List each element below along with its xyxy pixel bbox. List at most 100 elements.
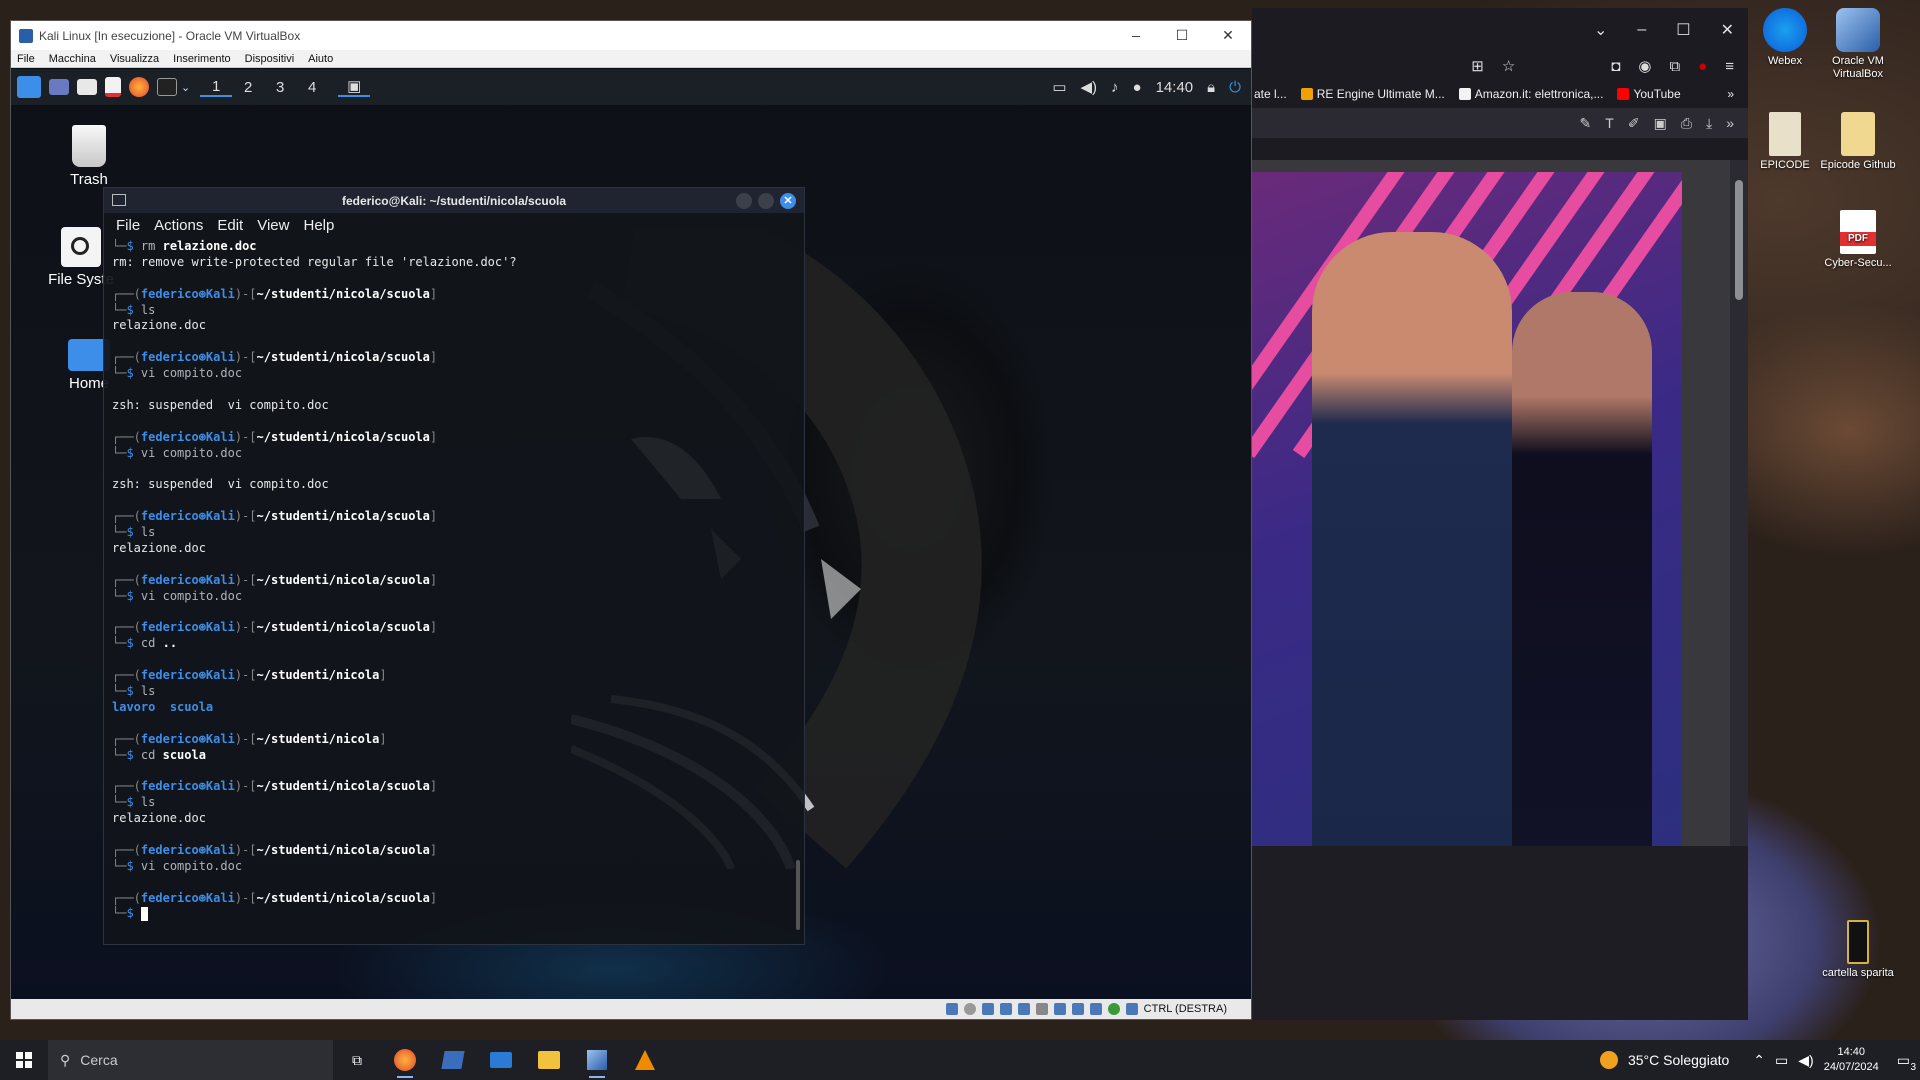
workspace-1[interactable]: 1 bbox=[200, 78, 233, 97]
taskbar-search[interactable]: ⚲ Cerca bbox=[48, 1040, 333, 1080]
file-manager-icon[interactable] bbox=[77, 79, 97, 95]
term-menu-file[interactable]: File bbox=[116, 217, 140, 234]
guest-screen[interactable]: ⌄ 1 2 3 4 ▣ ▭ ◀) ♪ ● 14:40 🔒︎ ⏻ Trash Fi… bbox=[11, 69, 1251, 1001]
menu-inserimento[interactable]: Inserimento bbox=[173, 53, 230, 65]
workspace-2[interactable]: 2 bbox=[232, 79, 264, 96]
bookmark-item[interactable]: YouTube bbox=[1617, 87, 1681, 101]
workspace-3[interactable]: 3 bbox=[264, 79, 296, 96]
highlight-icon[interactable]: ✎ bbox=[1580, 115, 1592, 132]
cpu-icon[interactable] bbox=[1089, 1003, 1102, 1015]
save-icon[interactable]: ⤓ bbox=[1706, 115, 1712, 132]
power-status-icon[interactable]: ● bbox=[1133, 79, 1142, 96]
desktop-icon-epicode-github[interactable]: Epicode Github bbox=[1818, 112, 1898, 172]
term-menu-actions[interactable]: Actions bbox=[154, 217, 203, 234]
search-input[interactable]: Cerca bbox=[80, 1052, 117, 1068]
term-menu-help[interactable]: Help bbox=[303, 217, 334, 234]
translate-icon[interactable]: ⊞ bbox=[1471, 57, 1484, 75]
screen-icon[interactable]: ▭ bbox=[1052, 78, 1066, 96]
start-button[interactable] bbox=[0, 1040, 48, 1080]
taskbar-clock[interactable]: 14:40 24/07/2024 bbox=[1824, 1045, 1879, 1075]
notifications-button[interactable]: ▭ 3 bbox=[1897, 1052, 1916, 1073]
menu-visualizza[interactable]: Visualizza bbox=[110, 53, 159, 65]
network-icon[interactable]: ▭ bbox=[1775, 1052, 1788, 1069]
chevron-down-icon[interactable]: ⌄ bbox=[181, 81, 190, 94]
menu-macchina[interactable]: Macchina bbox=[49, 53, 96, 65]
desktop-icon-epicode[interactable]: EPICODE bbox=[1745, 112, 1825, 172]
print-icon[interactable]: ⎙ bbox=[1681, 115, 1692, 132]
desktop-icon-webex[interactable]: Webex bbox=[1745, 8, 1825, 68]
taskbar-file-explorer[interactable] bbox=[525, 1040, 573, 1080]
bookmark-item[interactable]: RE Engine Ultimate M... bbox=[1300, 87, 1445, 101]
usb-icon[interactable] bbox=[1017, 1003, 1030, 1015]
network-icon[interactable] bbox=[999, 1003, 1012, 1015]
desktop-icon-virtualbox[interactable]: Oracle VM VirtualBox bbox=[1818, 8, 1898, 81]
weather-icon[interactable] bbox=[1599, 1051, 1618, 1069]
volume-icon[interactable]: ◀) bbox=[1798, 1052, 1813, 1069]
scrollbar[interactable] bbox=[1730, 160, 1748, 850]
chevron-down-icon[interactable]: ⌄ bbox=[1594, 20, 1607, 40]
close-button[interactable]: ✕ bbox=[1205, 27, 1251, 44]
bookmark-item[interactable]: ate l... bbox=[1254, 87, 1287, 101]
notification-bell-icon[interactable]: ♪ bbox=[1111, 79, 1119, 96]
lock-icon[interactable]: 🔒︎ bbox=[1207, 79, 1215, 96]
draw-icon[interactable]: ✐ bbox=[1628, 115, 1640, 132]
terminal-output[interactable]: └─$ rm relazione.doc rm: remove write-pro… bbox=[104, 237, 804, 924]
terminal-window[interactable]: federico@Kali: ~/studenti/nicola/scuola … bbox=[103, 187, 805, 945]
firefox-icon[interactable] bbox=[129, 77, 149, 97]
term-menu-edit[interactable]: Edit bbox=[217, 217, 243, 234]
virtualbox-window[interactable]: Kali Linux [In esecuzione] - Oracle VM V… bbox=[10, 20, 1252, 1020]
weather-text[interactable]: 35°C Soleggiato bbox=[1628, 1052, 1729, 1068]
terminal-scrollbar[interactable] bbox=[796, 860, 800, 930]
taskbar-app[interactable] bbox=[429, 1040, 477, 1080]
minimize-button[interactable] bbox=[736, 193, 752, 209]
bookmark-item[interactable]: Amazon.it: elettronica,... bbox=[1458, 87, 1603, 101]
minimize-icon[interactable]: – bbox=[1637, 21, 1646, 39]
ublock-icon[interactable]: ● bbox=[1698, 58, 1707, 75]
close-button[interactable]: ✕ bbox=[780, 193, 796, 209]
volume-icon[interactable]: ◀) bbox=[1081, 78, 1098, 96]
menu-dispositivi[interactable]: Dispositivi bbox=[245, 53, 295, 65]
mouse-integration-icon[interactable] bbox=[1125, 1003, 1138, 1015]
menu-icon[interactable]: ≡ bbox=[1725, 58, 1734, 75]
show-desktop-icon[interactable] bbox=[49, 79, 69, 95]
bookmark-star-icon[interactable]: ☆ bbox=[1502, 57, 1515, 75]
taskbar-vlc[interactable] bbox=[621, 1040, 669, 1080]
more-tools-icon[interactable]: » bbox=[1726, 115, 1734, 131]
taskbar-firefox[interactable] bbox=[381, 1040, 429, 1080]
power-icon[interactable]: ⏻ bbox=[1229, 79, 1241, 96]
text-editor-icon[interactable] bbox=[105, 77, 121, 97]
kali-menu-icon[interactable] bbox=[17, 76, 41, 98]
audio-icon[interactable] bbox=[981, 1003, 994, 1015]
kali-desktop-trash[interactable]: Trash bbox=[49, 125, 129, 188]
optical-drive-icon[interactable] bbox=[963, 1003, 976, 1015]
account-icon[interactable]: ◉ bbox=[1638, 57, 1651, 75]
hdd-icon[interactable] bbox=[945, 1003, 958, 1015]
terminal-launcher-icon[interactable] bbox=[157, 78, 177, 96]
minimize-button[interactable]: – bbox=[1113, 27, 1159, 44]
taskbar-terminal-window[interactable]: ▣ bbox=[338, 77, 371, 97]
panel-clock[interactable]: 14:40 bbox=[1156, 79, 1194, 96]
browser-window[interactable]: ⌄ – ☐ ✕ ⊞ ☆ ◘ ◉ ⧉ ● ≡ ate l... RE Engine… bbox=[1252, 8, 1748, 1020]
taskbar-virtualbox[interactable] bbox=[573, 1040, 621, 1080]
taskbar-mail[interactable] bbox=[477, 1040, 525, 1080]
text-tool-icon[interactable]: T bbox=[1605, 115, 1614, 131]
task-view-button[interactable]: ⧉ bbox=[333, 1040, 381, 1080]
maximize-icon[interactable]: ☐ bbox=[1676, 20, 1690, 40]
menu-aiuto[interactable]: Aiuto bbox=[308, 53, 333, 65]
chevron-up-icon[interactable]: ⌃ bbox=[1753, 1052, 1765, 1069]
more-bookmarks-icon[interactable]: » bbox=[1727, 87, 1748, 101]
desktop-icon-cyber-secu[interactable]: PDF Cyber-Secu... bbox=[1818, 210, 1898, 270]
image-icon[interactable]: ▣ bbox=[1654, 115, 1667, 132]
recording-icon[interactable] bbox=[1071, 1003, 1084, 1015]
guest-additions-icon[interactable] bbox=[1107, 1003, 1120, 1015]
desktop-icon-cartella-sparita[interactable]: cartella sparita bbox=[1818, 920, 1898, 980]
term-menu-view[interactable]: View bbox=[257, 217, 289, 234]
maximize-button[interactable] bbox=[758, 193, 774, 209]
workspace-4[interactable]: 4 bbox=[296, 79, 328, 96]
maximize-button[interactable]: ☐ bbox=[1159, 27, 1205, 44]
pocket-icon[interactable]: ◘ bbox=[1611, 58, 1620, 75]
extensions-icon[interactable]: ⧉ bbox=[1669, 58, 1680, 75]
close-icon[interactable]: ✕ bbox=[1721, 20, 1734, 40]
menu-file[interactable]: File bbox=[17, 53, 35, 65]
shared-folders-icon[interactable] bbox=[1035, 1003, 1048, 1015]
